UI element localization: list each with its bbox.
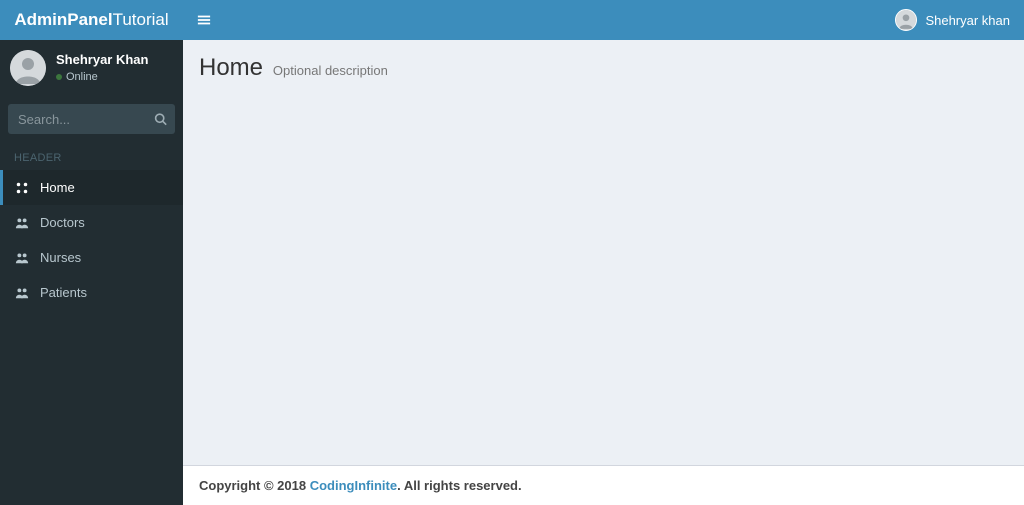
users-icon (14, 216, 30, 230)
sidebar-item-label: Doctors (40, 215, 85, 230)
page-title: Home (199, 54, 263, 81)
sidebar-item-home[interactable]: Home (0, 170, 183, 205)
brand-bold: AdminPanel (14, 10, 112, 30)
hamburger-icon (197, 13, 211, 27)
user-name: Shehryar Khan (56, 52, 148, 68)
main: Shehryar khan Home Optional description … (183, 0, 1024, 505)
search-icon (154, 113, 167, 126)
footer-link[interactable]: CodingInfinite (310, 478, 397, 493)
page-subtitle: Optional description (273, 63, 388, 78)
topbar: Shehryar khan (183, 0, 1024, 40)
footer-prefix: Copyright © 2018 (199, 478, 310, 493)
nav-section-header: HEADER (0, 142, 183, 170)
user-panel: Shehryar Khan Online (0, 40, 183, 96)
user-status-text: Online (66, 71, 98, 84)
top-user-name: Shehryar khan (925, 13, 1010, 28)
content-body (183, 90, 1024, 465)
search-input[interactable] (8, 106, 175, 133)
avatar-placeholder-icon (896, 9, 916, 31)
avatar (895, 9, 917, 31)
search-button[interactable] (154, 113, 167, 126)
user-status: Online (56, 71, 148, 84)
avatar (10, 50, 46, 86)
sidebar-item-label: Patients (40, 285, 87, 300)
sidebar-item-doctors[interactable]: Doctors (0, 205, 183, 240)
avatar-placeholder-icon (10, 50, 46, 86)
users-icon (14, 286, 30, 300)
sidebar-item-label: Nurses (40, 250, 81, 265)
status-dot-icon (56, 74, 62, 80)
content-header: Home Optional description (183, 40, 1024, 90)
sidebar: AdminPanelTutorial Shehryar Khan Online (0, 0, 183, 505)
sidebar-item-patients[interactable]: Patients (0, 275, 183, 310)
brand-logo[interactable]: AdminPanelTutorial (0, 0, 183, 40)
dashboard-icon (14, 181, 30, 195)
sidebar-item-label: Home (40, 180, 75, 195)
footer: Copyright © 2018 CodingInfinite. All rig… (183, 465, 1024, 505)
sidebar-toggle-button[interactable] (197, 13, 211, 27)
footer-suffix: . All rights reserved. (397, 478, 522, 493)
sidebar-item-nurses[interactable]: Nurses (0, 240, 183, 275)
top-user-menu[interactable]: Shehryar khan (895, 9, 1010, 31)
users-icon (14, 251, 30, 265)
search-form (0, 96, 183, 142)
brand-light: Tutorial (113, 10, 169, 30)
